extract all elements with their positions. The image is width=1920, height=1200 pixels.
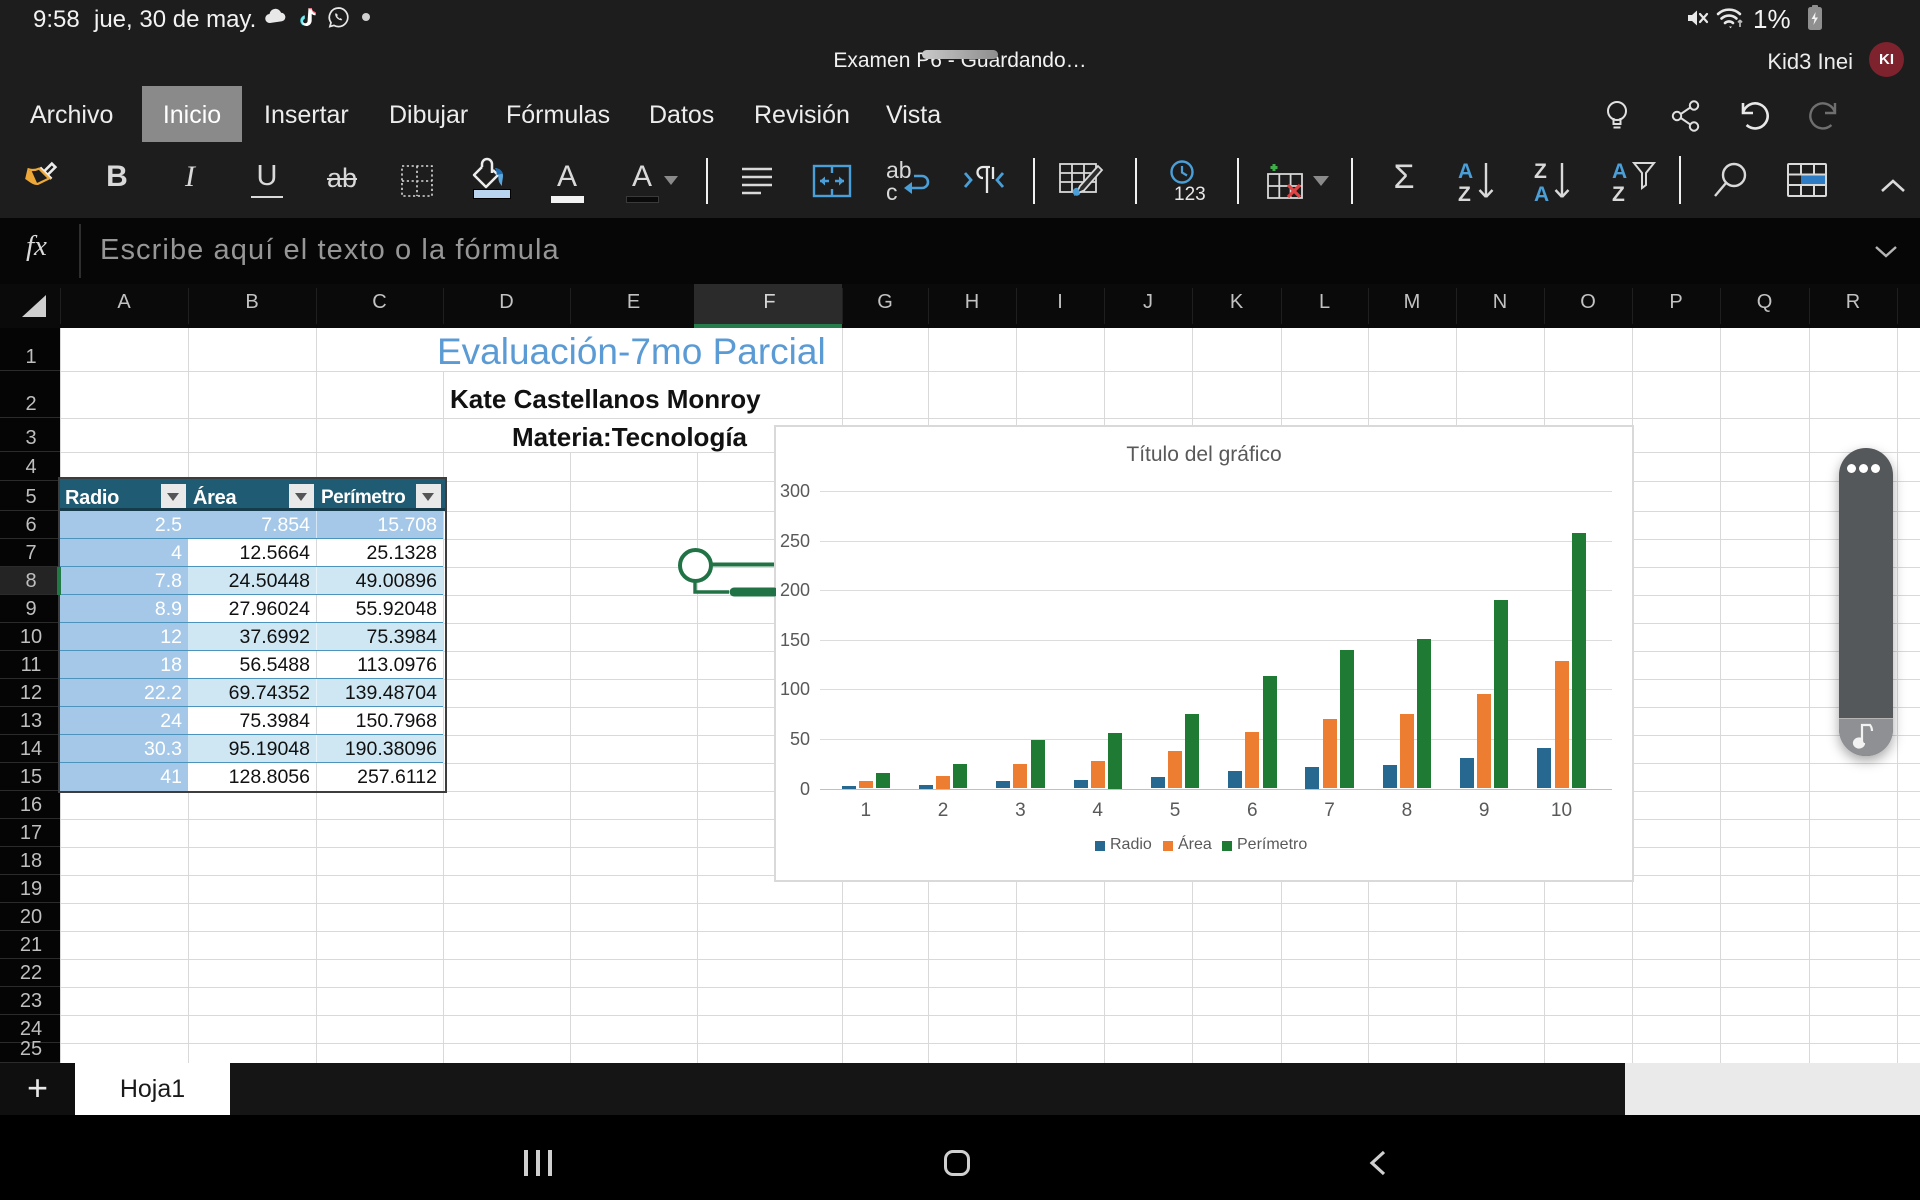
svg-text:A: A <box>1534 183 1549 205</box>
svg-text:A: A <box>1458 160 1473 183</box>
svg-text:Z: Z <box>1458 183 1471 205</box>
svg-text:c: c <box>886 179 898 204</box>
svg-text:123: 123 <box>1174 184 1206 204</box>
svg-text:Z: Z <box>1534 160 1547 183</box>
svg-text:A: A <box>1612 160 1627 183</box>
svg-text:Z: Z <box>1612 183 1625 205</box>
